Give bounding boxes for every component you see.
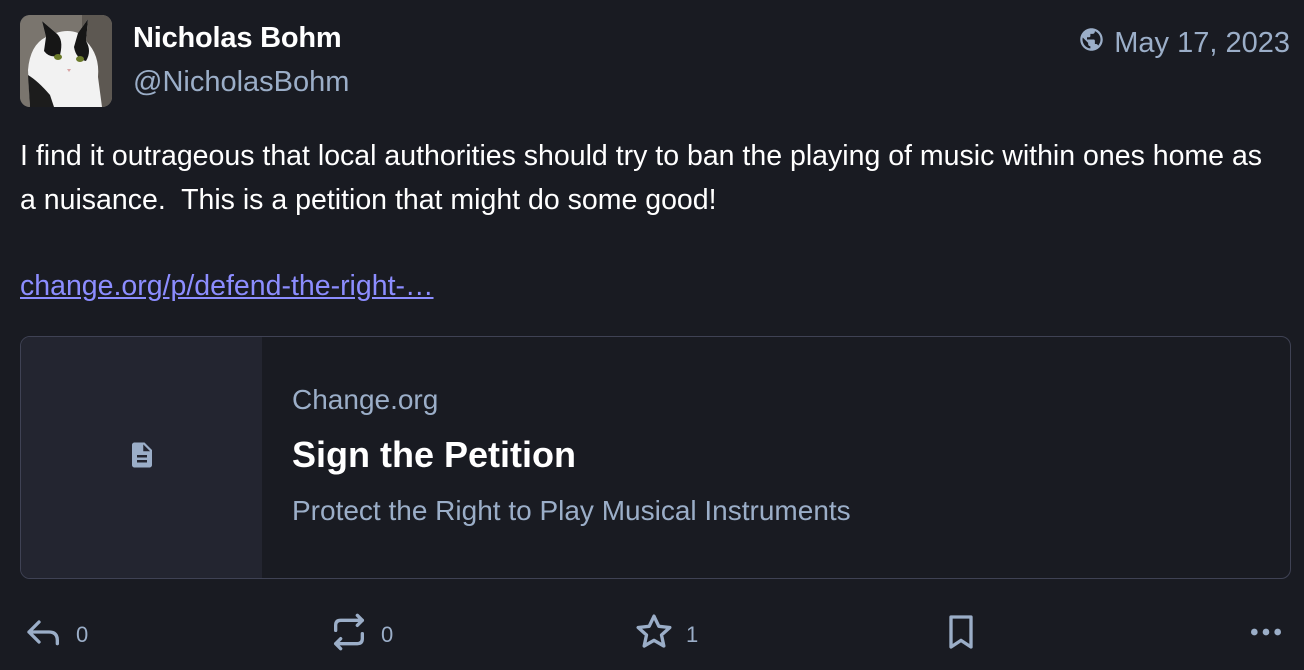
reply-icon	[24, 612, 64, 658]
card-thumbnail	[21, 337, 262, 578]
reply-button[interactable]: 0	[24, 612, 88, 658]
display-name[interactable]: Nicholas Bohm	[133, 22, 342, 55]
avatar[interactable]	[20, 15, 112, 107]
card-description: Protect the Right to Play Musical Instru…	[292, 495, 851, 526]
star-icon	[634, 612, 674, 658]
favourite-count: 1	[686, 622, 699, 647]
bookmark-button[interactable]	[941, 612, 981, 658]
status-date: May 17, 2023	[1114, 27, 1290, 59]
bookmark-icon	[941, 612, 981, 658]
globe-icon	[1078, 26, 1105, 61]
card-body: Change.org Sign the Petition Protect the…	[262, 337, 851, 578]
status-link[interactable]: change.org/p/defend-the-right-…	[20, 266, 434, 306]
more-options-button[interactable]	[1246, 612, 1286, 658]
reply-count: 0	[76, 622, 89, 647]
action-bar: 0 0 1	[0, 612, 1304, 662]
more-horizontal-icon	[1246, 612, 1286, 658]
boost-icon	[329, 612, 369, 658]
link-preview-card[interactable]: Change.org Sign the Petition Protect the…	[20, 336, 1291, 579]
boost-count: 0	[381, 622, 394, 647]
boost-button[interactable]: 0	[329, 612, 393, 658]
card-provider: Change.org	[292, 384, 439, 415]
status-meta[interactable]: May 17, 2023	[1078, 26, 1290, 61]
favourite-button[interactable]: 1	[634, 612, 698, 658]
status-post: Nicholas Bohm @NicholasBohm May 17, 2023…	[0, 0, 1304, 670]
status-content: I find it outrageous that local authorit…	[20, 140, 1270, 216]
document-icon	[127, 440, 157, 475]
card-title: Sign the Petition	[292, 434, 576, 475]
account-handle[interactable]: @NicholasBohm	[133, 66, 349, 99]
